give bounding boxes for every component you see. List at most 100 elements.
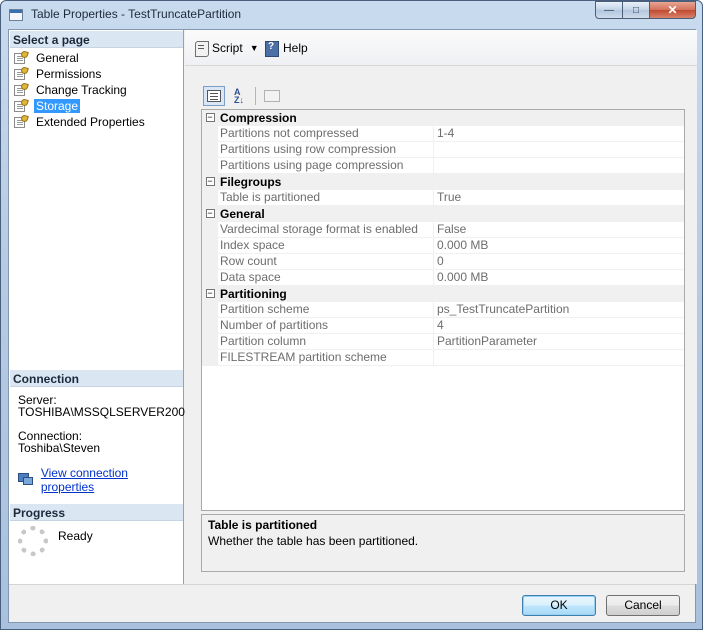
- property-value: 1-4: [437, 126, 455, 140]
- property-description-panel: Table is partitioned Whether the table h…: [201, 514, 685, 572]
- property-grid-toolbar: A Z↓: [203, 85, 286, 107]
- progress-area: Ready: [18, 526, 93, 556]
- categorized-button[interactable]: [203, 86, 225, 106]
- window-icon: [9, 9, 23, 21]
- page-label: Permissions: [36, 67, 102, 81]
- property-name: Row count: [218, 254, 434, 269]
- grid-row[interactable]: Number of partitions 4: [202, 318, 684, 334]
- property-name: Partition scheme: [218, 302, 434, 317]
- collapse-icon[interactable]: −: [205, 113, 215, 122]
- property-value: ps_TestTruncatePartition: [437, 302, 570, 316]
- close-icon: ✕: [667, 3, 678, 17]
- connection-info: Server: TOSHIBA\MSSQLSERVER2008 Connecti…: [18, 394, 192, 454]
- server-value: TOSHIBA\MSSQLSERVER2008: [18, 405, 192, 419]
- property-value: True: [437, 190, 462, 204]
- grid-row[interactable]: FILESTREAM partition scheme: [202, 350, 684, 366]
- property-value: PartitionParameter: [437, 334, 538, 348]
- grid-row[interactable]: Data space 0.000 MB: [202, 270, 684, 286]
- window-title: Table Properties - TestTruncatePartition: [31, 7, 242, 21]
- property-name: Partitions not compressed: [218, 126, 434, 141]
- grid-category-row[interactable]: − Partitioning: [202, 286, 684, 302]
- page-wrench-icon: [13, 82, 29, 97]
- grid-row[interactable]: Partition column PartitionParameter: [202, 334, 684, 350]
- property-value: [434, 158, 437, 173]
- grid-row[interactable]: Vardecimal storage format is enabled Fals…: [202, 222, 684, 238]
- page-wrench-icon: [13, 66, 29, 81]
- property-name: Partitions using row compression: [218, 142, 434, 157]
- cancel-button[interactable]: Cancel: [606, 595, 680, 616]
- property-name: Data space: [218, 270, 434, 285]
- connection-header: Connection: [10, 370, 183, 387]
- page-item-general[interactable]: General: [13, 50, 147, 66]
- dropdown-arrow-icon[interactable]: ▼: [250, 43, 259, 53]
- page-wrench-icon: [13, 98, 29, 113]
- page-label: Change Tracking: [36, 83, 127, 97]
- dialog-client-area: Select a page General Permissions Change…: [8, 29, 697, 623]
- help-label: Help: [283, 41, 308, 55]
- category-name: Compression: [220, 111, 297, 125]
- property-pages-button[interactable]: [261, 86, 283, 106]
- toolbar-separator: [255, 87, 256, 105]
- grid-row[interactable]: Partitions not compressed 1-4: [202, 126, 684, 142]
- collapse-icon[interactable]: −: [205, 289, 215, 298]
- property-name: Vardecimal storage format is enabled: [218, 222, 434, 237]
- property-value: 0.000 MB: [437, 270, 489, 284]
- category-name: Partitioning: [220, 287, 287, 301]
- maximize-icon: □: [632, 4, 640, 16]
- alphabetical-button[interactable]: A Z↓: [228, 86, 250, 106]
- grid-row[interactable]: Partitions using page compression: [202, 158, 684, 174]
- category-name: General: [220, 207, 265, 221]
- help-icon: [264, 40, 280, 57]
- page-list: General Permissions Change Tracking Stor…: [13, 50, 147, 130]
- property-value: [434, 142, 437, 157]
- page-item-change-tracking[interactable]: Change Tracking: [13, 82, 147, 98]
- title-bar[interactable]: Table Properties - TestTruncatePartition…: [1, 1, 702, 29]
- collapse-icon[interactable]: −: [205, 209, 215, 218]
- grid-row[interactable]: Index space 0.000 MB: [202, 238, 684, 254]
- property-value: 4: [437, 318, 444, 332]
- close-button[interactable]: ✕: [649, 1, 696, 19]
- dialog-toolbar: Script ▼ Help: [185, 30, 697, 66]
- sort-az-icon: A Z↓: [234, 87, 244, 105]
- grid-category-row[interactable]: − General: [202, 206, 684, 222]
- progress-header: Progress: [10, 504, 183, 521]
- property-name: Table is partitioned: [218, 190, 434, 205]
- description-text: Whether the table has been partitioned.: [208, 534, 419, 548]
- property-value: False: [437, 222, 467, 236]
- page-wrench-icon: [13, 50, 29, 65]
- grid-row[interactable]: Partition scheme ps_TestTruncatePartition: [202, 302, 684, 318]
- page-label: General: [36, 51, 79, 65]
- maximize-button[interactable]: □: [622, 1, 650, 19]
- property-pages-icon: [264, 90, 280, 102]
- description-title: Table is partitioned: [208, 518, 318, 532]
- progress-spinner-icon: [18, 526, 48, 556]
- page-item-permissions[interactable]: Permissions: [13, 66, 147, 82]
- grid-row[interactable]: Row count 0: [202, 254, 684, 270]
- minimize-button[interactable]: —: [595, 1, 623, 19]
- page-item-extended-properties[interactable]: Extended Properties: [13, 114, 147, 130]
- property-name: Partitions using page compression: [218, 158, 434, 173]
- dialog-button-bar: OK Cancel: [9, 584, 695, 622]
- property-name: FILESTREAM partition scheme: [218, 350, 434, 365]
- right-pane: Script ▼ Help AZ↓ − Compression: [185, 30, 697, 584]
- view-connection-properties-link[interactable]: View connection properties: [41, 466, 183, 494]
- collapse-icon[interactable]: −: [205, 177, 215, 186]
- property-name: Partition column: [218, 334, 434, 349]
- page-item-storage[interactable]: Storage: [13, 98, 147, 114]
- category-name: Filegroups: [220, 175, 282, 189]
- progress-status: Ready: [58, 529, 93, 543]
- ok-button[interactable]: OK: [522, 595, 596, 616]
- grid-row[interactable]: Partitions using row compression: [202, 142, 684, 158]
- script-button[interactable]: Script ▼: [193, 39, 259, 57]
- property-value: [434, 350, 437, 365]
- grid-category-row[interactable]: − Compression: [202, 110, 684, 126]
- grid-category-row[interactable]: − Filegroups: [202, 174, 684, 190]
- dialog-window: Table Properties - TestTruncatePartition…: [0, 0, 703, 630]
- script-label: Script: [212, 41, 243, 55]
- page-label: Storage: [34, 99, 81, 113]
- property-grid[interactable]: − Compression Partitions not compressed 1…: [201, 109, 685, 511]
- view-connection-properties[interactable]: View connection properties: [18, 466, 183, 494]
- property-value: 0: [437, 254, 444, 268]
- help-button[interactable]: Help: [264, 39, 308, 57]
- grid-row[interactable]: Table is partitioned True: [202, 190, 684, 206]
